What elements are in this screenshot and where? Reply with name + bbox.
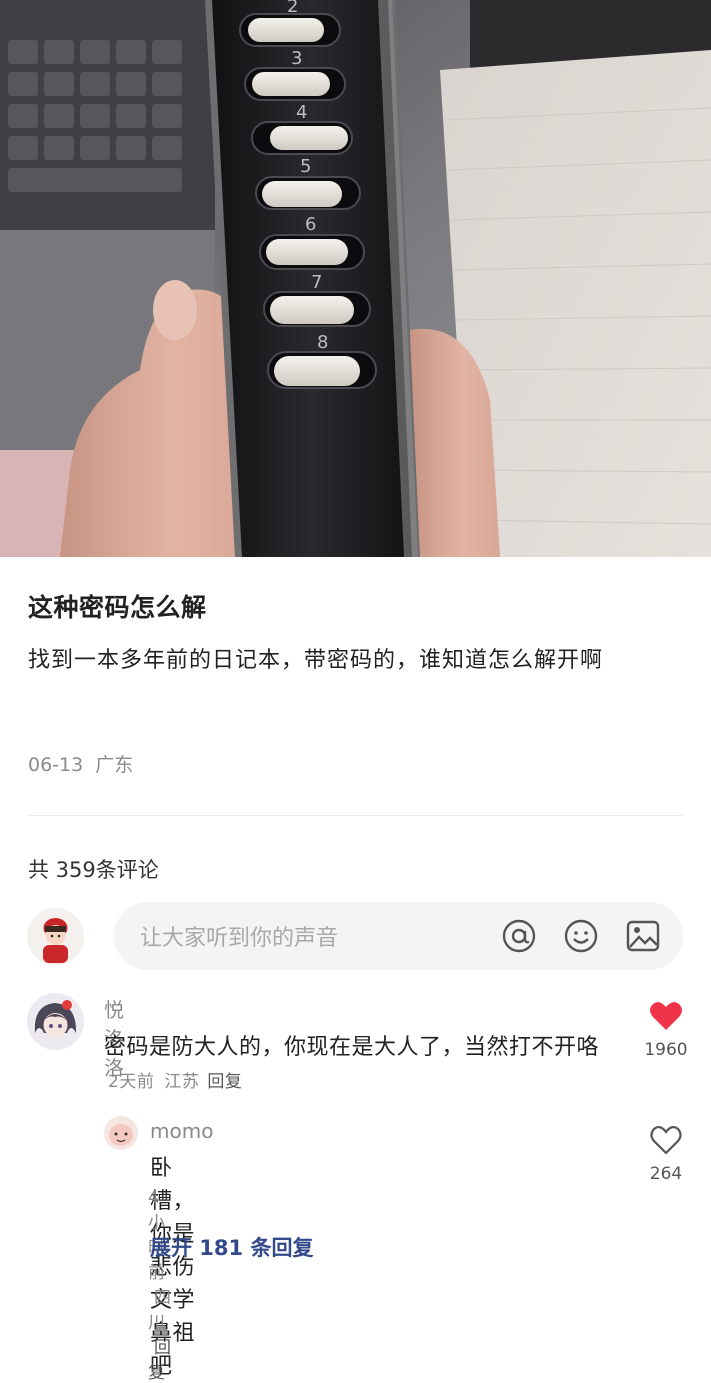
- avatar[interactable]: [27, 993, 84, 1050]
- divider: [28, 815, 683, 816]
- lock-digit-label: 4: [296, 102, 307, 123]
- emoji-icon[interactable]: [562, 917, 600, 955]
- comment-body: 密码是防大人的，你现在是大人了，当然打不开咯: [104, 1035, 600, 1060]
- comment-input-placeholder: 让大家听到你的声音: [140, 926, 339, 951]
- comment-count: 共 359条评论: [28, 858, 159, 882]
- post-date: 06-13: [28, 754, 84, 776]
- at-icon[interactable]: [500, 917, 538, 955]
- lock-digit-label: 3: [291, 48, 302, 69]
- lock-digit-label: 6: [305, 214, 316, 235]
- lock-digit-label: 5: [300, 156, 311, 177]
- lock-digit-label: 7: [311, 272, 322, 293]
- heart-outline-icon: [650, 1125, 682, 1155]
- my-avatar[interactable]: [27, 908, 84, 965]
- reply-button[interactable]: 回复: [148, 1338, 171, 1383]
- image-icon[interactable]: [624, 917, 662, 955]
- expand-replies-link[interactable]: 展开 181 条回复: [150, 1232, 313, 1262]
- like-count: 1960: [644, 1040, 688, 1060]
- reply-location: 四川: [148, 1288, 171, 1333]
- post-body: 找到一本多年前的日记本，带密码的，谁知道怎么解开啊: [28, 648, 604, 673]
- lock-digit-label: 2: [287, 0, 298, 17]
- comment-location: 江苏: [164, 1072, 200, 1092]
- like-button[interactable]: 264: [636, 1124, 696, 1184]
- heart-filled-icon: [650, 1002, 682, 1030]
- reply-user[interactable]: momo: [150, 1119, 213, 1143]
- reply-button[interactable]: 回复: [207, 1072, 242, 1092]
- post-meta: 06-13 广东: [28, 750, 133, 777]
- like-button[interactable]: 1960: [636, 1000, 696, 1060]
- lock-digit-label: 8: [317, 332, 328, 353]
- comment-input[interactable]: 让大家听到你的声音: [114, 902, 683, 970]
- post-location: 广东: [95, 754, 134, 776]
- like-count: 264: [649, 1164, 683, 1184]
- avatar[interactable]: [104, 1116, 138, 1150]
- post-title: 这种密码怎么解: [28, 593, 207, 622]
- reply-meta: 4小时前 四川 回复: [148, 1188, 171, 1383]
- post-photo[interactable]: 2 3 4 5 6 7 8: [0, 0, 711, 557]
- comment-time: 2天前: [108, 1072, 155, 1092]
- comment-text: 密码是防大人的，你现在是大人了，当然打不开咯 2天前 江苏 回复: [104, 1031, 604, 1099]
